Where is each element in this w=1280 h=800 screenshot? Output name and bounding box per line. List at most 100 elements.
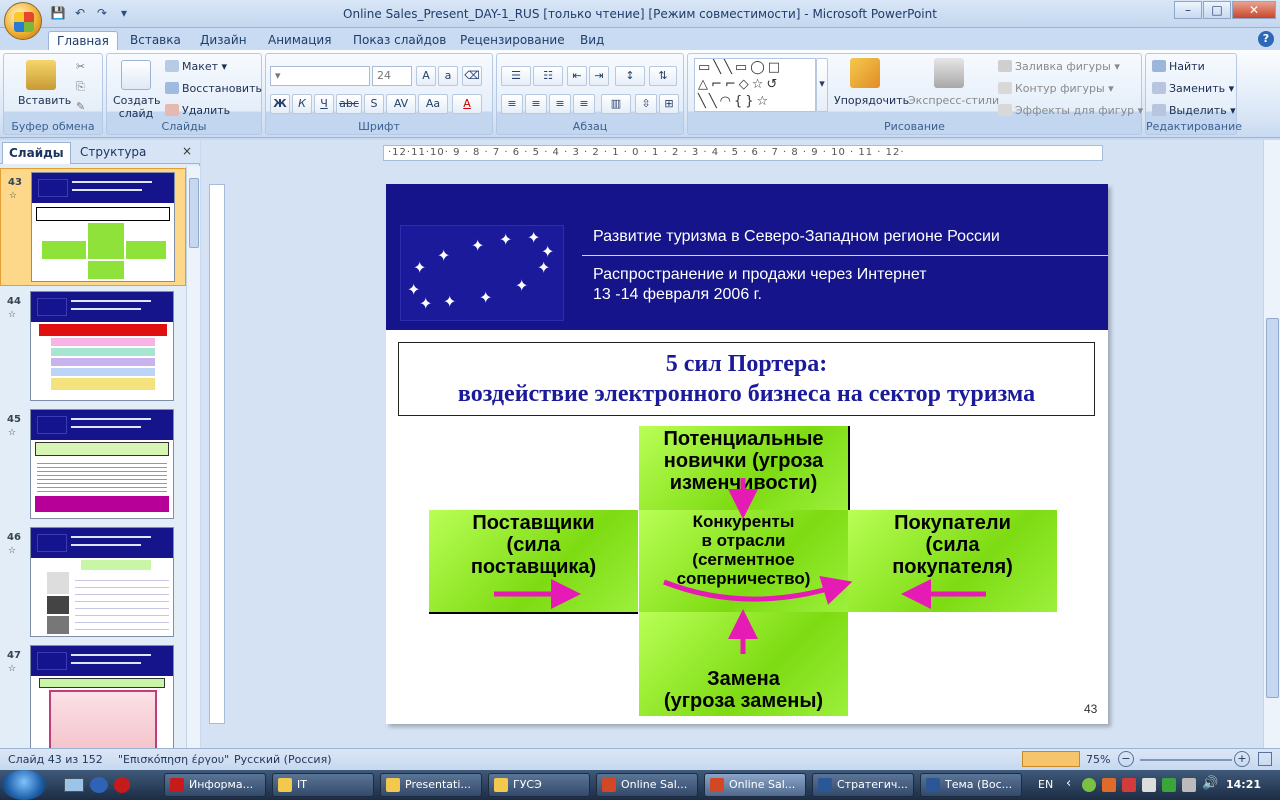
close-panel-icon[interactable]: ×	[182, 144, 192, 158]
tab-review[interactable]: Рецензирование	[452, 31, 573, 50]
show-desktop-icon[interactable]	[64, 778, 84, 792]
thumbnail-row[interactable]: 44 ☆	[0, 288, 186, 406]
font-color-button[interactable]: A	[452, 94, 482, 114]
font-size-combo[interactable]: 24	[372, 66, 412, 86]
slide-thumbnail[interactable]	[30, 527, 174, 637]
smartart-button[interactable]: ⊞	[659, 94, 679, 114]
tab-design[interactable]: Дизайн	[192, 31, 255, 50]
zoom-slider[interactable]	[1140, 759, 1232, 761]
thumbnail-row[interactable]: 43 ☆	[0, 168, 186, 286]
opera-icon[interactable]	[114, 777, 130, 793]
align-text-button[interactable]: ⇳	[635, 94, 657, 114]
format-painter-icon[interactable]: ✎	[76, 100, 85, 113]
taskbar-item[interactable]: Тема (Вос...	[920, 773, 1022, 797]
columns-button[interactable]: ▥	[601, 94, 631, 114]
justify-button[interactable]: ≡	[573, 94, 595, 114]
bold-button[interactable]: Ж	[270, 94, 290, 114]
taskbar-item[interactable]: ГУСЭ	[488, 773, 590, 797]
volume-icon[interactable]: 🔊	[1202, 776, 1218, 791]
tab-view[interactable]: Вид	[572, 31, 612, 50]
tray-app-icon[interactable]	[1122, 778, 1136, 792]
office-button[interactable]	[4, 2, 42, 40]
slide-thumbnail[interactable]	[30, 291, 174, 401]
network-icon[interactable]	[1182, 778, 1196, 792]
slide-canvas[interactable]: ✦ ✦ ✦ ✦ ✦ ✦ ✦ ✦ ✦ ✦ ✦ ✦ Развитие туризма…	[386, 184, 1108, 724]
align-left-button[interactable]: ≡	[501, 94, 523, 114]
reset-button[interactable]: Восстановить	[165, 82, 262, 95]
shrink-font-button[interactable]: a	[438, 66, 458, 86]
align-right-button[interactable]: ≡	[549, 94, 571, 114]
tab-slides[interactable]: Слайды	[2, 142, 71, 164]
thumbnail-row[interactable]: 45 ☆	[0, 406, 186, 524]
numbering-button[interactable]: ☷	[533, 66, 563, 86]
horizontal-ruler[interactable]: ·12·11·10· 9 · 8 · 7 · 6 · 5 · 4 · 3 · 2…	[383, 145, 1103, 161]
view-buttons[interactable]	[1022, 751, 1080, 767]
arrange-button[interactable]: Упорядочить	[834, 94, 909, 107]
copy-icon[interactable]: ⎘	[76, 80, 85, 94]
zoom-level[interactable]: 75%	[1086, 753, 1110, 766]
grow-font-button[interactable]: A	[416, 66, 436, 86]
shadow-button[interactable]: S	[364, 94, 384, 114]
line-spacing-button[interactable]: ↕	[615, 66, 645, 86]
taskbar-item[interactable]: IT	[272, 773, 374, 797]
minimize-button[interactable]: –	[1174, 1, 1202, 19]
tray-app-icon[interactable]	[1082, 778, 1096, 792]
tab-outline[interactable]: Структура	[74, 142, 152, 164]
clock[interactable]: 14:21	[1226, 778, 1261, 791]
italic-button[interactable]: К	[292, 94, 312, 114]
close-button[interactable]: ✕	[1232, 1, 1276, 19]
shape-effects-button[interactable]: Эффекты для фигур ▾	[998, 104, 1143, 117]
replace-button[interactable]: Заменить ▾	[1152, 82, 1234, 95]
tab-animation[interactable]: Анимация	[260, 31, 339, 50]
layout-button[interactable]: Макет ▾	[165, 60, 227, 73]
increase-indent-button[interactable]: ⇥	[589, 66, 609, 86]
panel-scrollbar[interactable]	[186, 166, 200, 748]
thumbnail-row[interactable]: 46 ☆	[0, 524, 186, 642]
network-icon[interactable]	[1162, 778, 1176, 792]
editor-scrollbar[interactable]	[1263, 140, 1280, 748]
shapes-more-button[interactable]: ▾	[816, 58, 828, 112]
help-icon[interactable]: ?	[1258, 31, 1274, 47]
select-button[interactable]: Выделить ▾	[1152, 104, 1236, 117]
taskbar-item[interactable]: Online Sal...	[596, 773, 698, 797]
tab-slideshow[interactable]: Показ слайдов	[345, 31, 454, 50]
scroll-thumb[interactable]	[1266, 318, 1279, 698]
new-slide-button[interactable]: Создать слайд	[113, 94, 161, 120]
tab-insert[interactable]: Вставка	[122, 31, 189, 50]
vertical-ruler[interactable]	[209, 184, 225, 724]
delete-slide-button[interactable]: Удалить	[165, 104, 230, 117]
bullets-button[interactable]: ☰	[501, 66, 531, 86]
decrease-indent-button[interactable]: ⇤	[567, 66, 587, 86]
cut-icon[interactable]: ✂	[76, 60, 85, 73]
scroll-thumb[interactable]	[189, 178, 199, 248]
strike-button[interactable]: abc	[336, 94, 362, 114]
spacing-button[interactable]: AV	[386, 94, 416, 114]
paste-button[interactable]: Вставить	[18, 94, 71, 107]
case-button[interactable]: Aa	[418, 94, 448, 114]
align-center-button[interactable]: ≡	[525, 94, 547, 114]
thumbnail-row[interactable]: 47 ☆	[0, 642, 186, 748]
zoom-out-icon[interactable]: −	[1118, 751, 1134, 767]
slide-thumbnail[interactable]	[30, 645, 174, 748]
start-button[interactable]	[2, 770, 46, 800]
shape-outline-button[interactable]: Контур фигуры ▾	[998, 82, 1114, 95]
quick-styles-button[interactable]: Экспресс-стили	[908, 94, 999, 107]
maximize-button[interactable]: □	[1203, 1, 1231, 19]
tray-expand-icon[interactable]: ‹	[1066, 776, 1071, 791]
taskbar-item-active[interactable]: Online Sal...	[704, 773, 806, 797]
text-direction-button[interactable]: ⇅	[649, 66, 677, 86]
language-bar[interactable]: EN	[1038, 778, 1053, 791]
find-button[interactable]: Найти	[1152, 60, 1205, 73]
tab-home[interactable]: Главная	[48, 31, 118, 50]
taskbar-item[interactable]: Информа...	[164, 773, 266, 797]
taskbar-item[interactable]: Presentati...	[380, 773, 482, 797]
browser-icon[interactable]	[90, 777, 108, 793]
font-name-combo[interactable]: ▾	[270, 66, 370, 86]
slide-thumbnail[interactable]	[30, 409, 174, 519]
underline-button[interactable]: Ч	[314, 94, 334, 114]
zoom-in-icon[interactable]: +	[1234, 751, 1250, 767]
shape-fill-button[interactable]: Заливка фигуры ▾	[998, 60, 1120, 73]
slide-thumbnail[interactable]	[31, 172, 175, 282]
fit-window-icon[interactable]	[1258, 752, 1272, 766]
tray-app-icon[interactable]	[1102, 778, 1116, 792]
